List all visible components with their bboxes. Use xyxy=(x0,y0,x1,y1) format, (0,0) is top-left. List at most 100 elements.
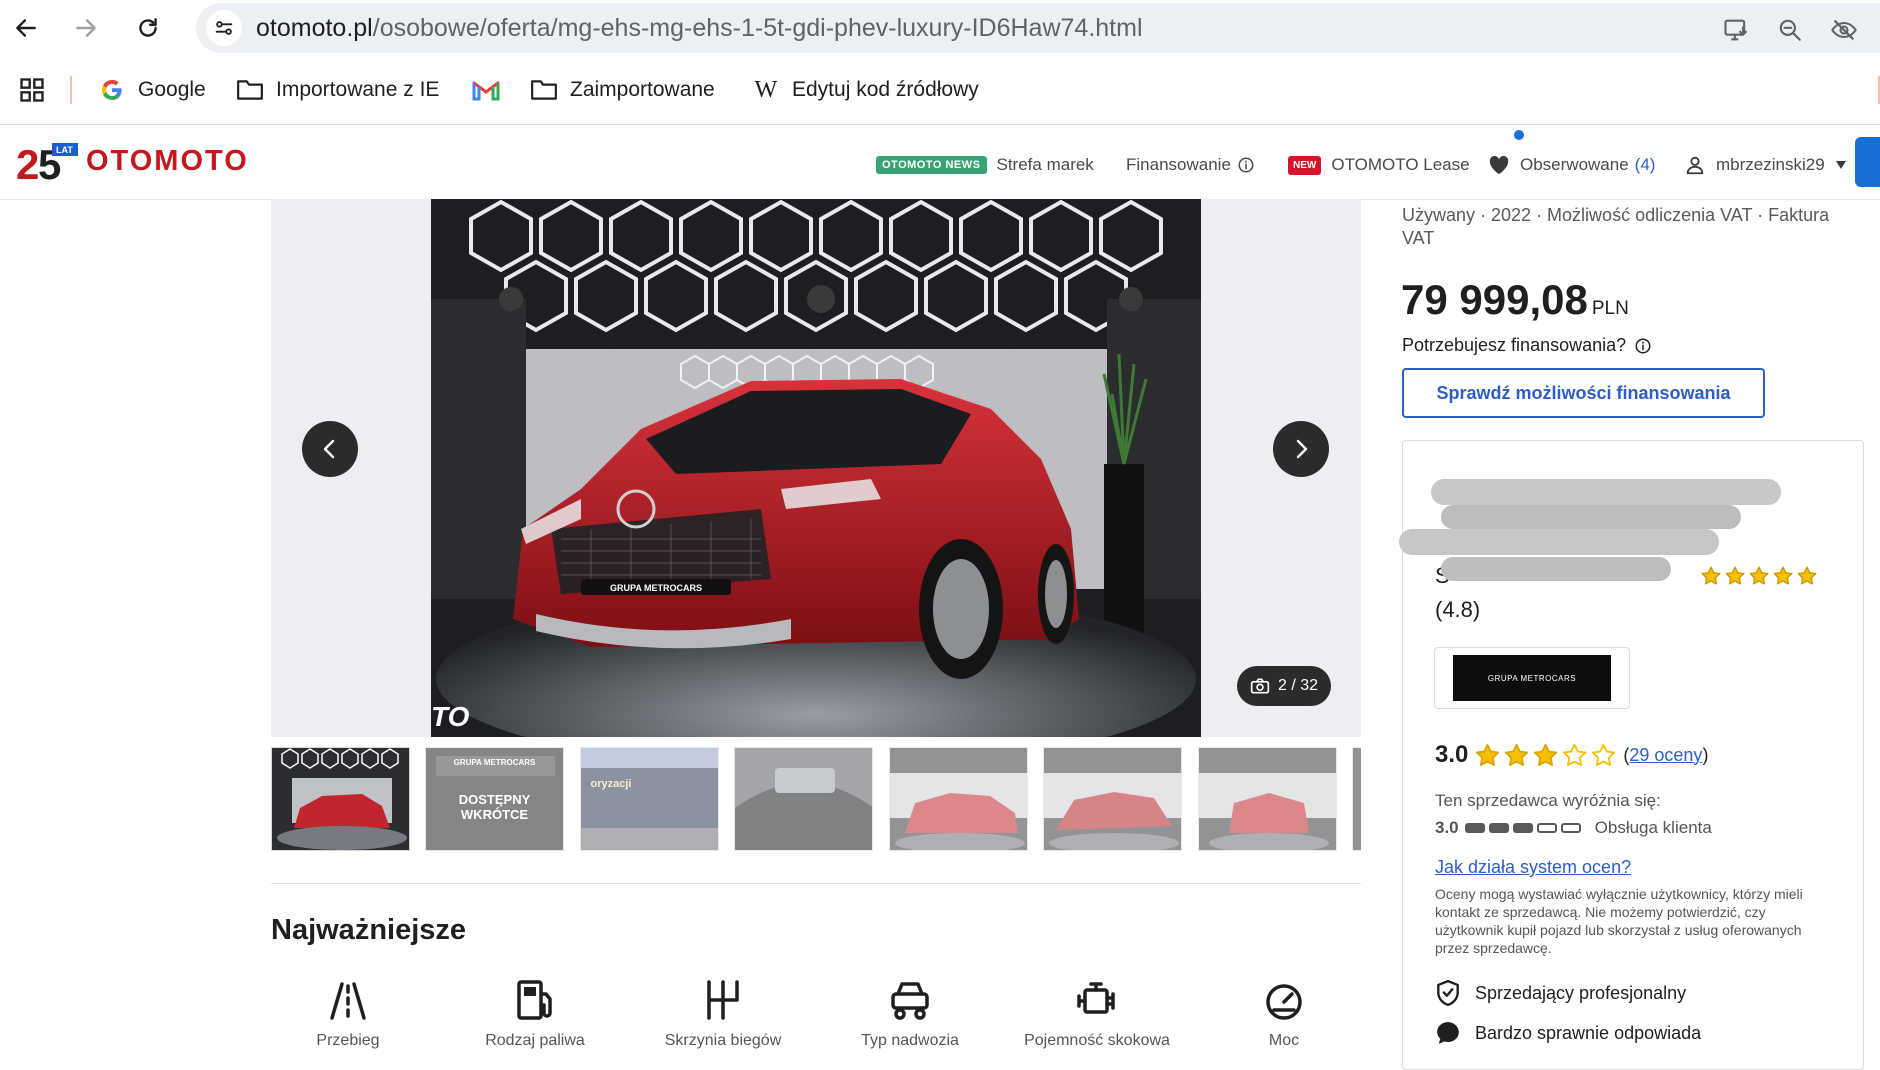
svg-text:2: 2 xyxy=(16,141,39,183)
star-empty-icon xyxy=(1563,743,1587,766)
add-listing-button[interactable] xyxy=(1855,137,1880,187)
tracking-protection-button[interactable] xyxy=(1826,12,1862,48)
metric-bar xyxy=(1560,823,1581,833)
google-icon xyxy=(98,76,126,104)
thumbnail-strip: GRUPA METROCARS DOSTĘPNY WKRÓTCE oryzacj… xyxy=(271,747,1361,853)
star-filled-icon xyxy=(1701,566,1721,585)
gmail-icon xyxy=(472,76,500,104)
gallery-prev-button[interactable] xyxy=(302,421,358,477)
thumbnail-1[interactable] xyxy=(271,747,410,851)
seller-logo-text: GRUPA METROCARS xyxy=(1453,655,1611,701)
redaction-mark xyxy=(1399,529,1719,555)
bookmarks-bar: Google Importowane z IE Zaimportowane W … xyxy=(0,56,1880,125)
google-rating-stars xyxy=(1700,565,1818,587)
photo-counter[interactable]: 2 / 32 xyxy=(1237,666,1331,706)
zoom-button[interactable] xyxy=(1772,12,1808,48)
nav-label: Obserwowane xyxy=(1520,155,1629,174)
reload-button[interactable] xyxy=(130,10,166,46)
forward-button[interactable] xyxy=(68,10,104,46)
highlight-power: Moc xyxy=(1194,978,1374,1056)
heart-icon xyxy=(1489,155,1509,175)
bookmark-folder-imported[interactable]: Zaimportowane xyxy=(530,74,715,106)
zoom-out-icon xyxy=(1779,19,1801,41)
how-ratings-work-link[interactable]: Jak działa system ocen? xyxy=(1435,857,1631,878)
chevron-left-icon xyxy=(323,439,335,459)
engine-icon xyxy=(1077,982,1115,1014)
thumbnail-6[interactable] xyxy=(1043,747,1182,851)
bookmark-label: Edytuj kod źródłowy xyxy=(792,78,979,101)
back-button[interactable] xyxy=(8,10,44,46)
logo-badge: LAT xyxy=(56,145,73,155)
need-financing[interactable]: Potrzebujesz finansowania? xyxy=(1402,335,1652,356)
username: mbrzezinski29 xyxy=(1716,155,1825,174)
observed-count: (4) xyxy=(1634,155,1656,174)
eye-off-icon xyxy=(1831,19,1857,41)
thumbnail-7[interactable] xyxy=(1198,747,1337,851)
highlight-mileage: Przebieg xyxy=(258,978,438,1056)
chat-bubble-icon xyxy=(1437,1022,1459,1044)
seller-card: KI! S (4.8) GRUPA METROCARS 3.0 (29 ocen… xyxy=(1399,440,1864,1070)
distinguished-label: Ten sprzedawca wyróżnia się: xyxy=(1435,791,1661,810)
thumb-banner-title: GRUPA METROCARS xyxy=(453,758,536,767)
bookmark-gmail[interactable] xyxy=(472,74,512,106)
bookmark-folder-ie[interactable]: Importowane z IE xyxy=(236,74,439,106)
metric-value: 3.0 xyxy=(1435,818,1459,837)
thumbnail-8[interactable] xyxy=(1352,747,1361,851)
highlight-label: Przebieg xyxy=(316,1032,380,1049)
thumb-banner-text: DOSTĘPNY WKRÓTCE xyxy=(458,792,531,822)
star-filled-icon xyxy=(1749,566,1769,585)
seller-score-row: 3.0 (29 oceny) xyxy=(1435,741,1708,769)
highlight-gearbox: Skrzynia biegów xyxy=(633,978,813,1056)
speedometer-icon xyxy=(1266,984,1302,1020)
site-info-icon[interactable] xyxy=(206,10,242,46)
thumbnail-3[interactable]: oryzacji xyxy=(580,747,719,851)
highlight-label: Pojemność skokowa xyxy=(1024,1032,1170,1049)
caret-down-icon xyxy=(1835,161,1846,169)
highlight-engine-capacity: Pojemność skokowa xyxy=(1007,978,1187,1056)
nav-lease[interactable]: NEW OTOMOTO Lease xyxy=(1288,153,1470,177)
thumbnail-2[interactable]: GRUPA METROCARS DOSTĘPNY WKRÓTCE xyxy=(425,747,564,851)
check-financing-button[interactable]: Sprawdź możliwości finansowania xyxy=(1402,368,1765,418)
star-filled-icon xyxy=(1505,743,1529,766)
seller-score: 3.0 xyxy=(1435,741,1469,768)
nav-observed[interactable]: Obserwowane (4) xyxy=(1488,153,1655,177)
logo-wordmark: OTOMOTO xyxy=(86,144,249,177)
car-body-icon xyxy=(891,982,929,1020)
nav-user-menu[interactable]: mbrzezinski29 xyxy=(1684,153,1847,177)
address-bar[interactable]: otomoto.pl/osobowe/oferta/mg-ehs-mg-ehs-… xyxy=(196,3,1880,53)
gallery-next-button[interactable] xyxy=(1273,421,1329,477)
install-app-button[interactable] xyxy=(1718,12,1754,48)
apps-grid-icon xyxy=(20,78,44,102)
star-filled-icon xyxy=(1797,566,1817,585)
highlight-body-type: Typ nadwozia xyxy=(820,978,1000,1056)
nav-brands-zone[interactable]: OTOMOTO NEWS Strefa marek xyxy=(876,153,1094,177)
thumbnail-4[interactable] xyxy=(734,747,873,851)
reviews-count: (29 oceny) xyxy=(1623,744,1709,765)
seller-score-stars xyxy=(1474,742,1617,769)
bookmark-google[interactable]: Google xyxy=(98,74,206,106)
nav-financing[interactable]: Finansowanie xyxy=(1126,153,1255,177)
news-badge: OTOMOTO NEWS xyxy=(876,156,987,174)
reviews-link[interactable]: 29 oceny xyxy=(1629,745,1702,765)
apps-button[interactable] xyxy=(18,74,46,106)
bookmark-label: Importowane z IE xyxy=(276,78,440,101)
photo-gallery: GRUPA METROCARS TO 2 / 32 xyxy=(271,199,1361,737)
main-photo[interactable]: GRUPA METROCARS TO xyxy=(431,199,1201,737)
camera-icon xyxy=(1250,678,1270,694)
redaction-mark xyxy=(1441,505,1741,529)
thumbnail-5[interactable] xyxy=(889,747,1028,851)
bookmark-edit-source[interactable]: W Edytuj kod źródłowy xyxy=(752,74,979,106)
listing-meta: Używany · 2022 · Możliwość odliczenia VA… xyxy=(1402,205,1830,248)
dealer-plate-text: GRUPA METROCARS xyxy=(610,583,702,593)
site-header: 2 5 LAT OTOMOTO OTOMOTO NEWS Strefa mare… xyxy=(0,125,1880,200)
info-icon xyxy=(1635,338,1651,353)
metric-bars xyxy=(1464,823,1585,833)
highlights-title: Najważniejsze xyxy=(271,914,467,946)
seller-logo[interactable]: GRUPA METROCARS xyxy=(1434,647,1630,709)
otomoto-logo[interactable]: 2 5 LAT OTOMOTO xyxy=(16,139,249,183)
thumb-sign-text: oryzacji xyxy=(590,778,632,790)
metric-customer-service: 3.0 Obsługa klienta xyxy=(1435,818,1712,838)
nav-label: Strefa marek xyxy=(996,155,1094,174)
feature-responsive: Bardzo sprawnie odpowiada xyxy=(1435,1020,1701,1046)
photo-watermark: TO xyxy=(431,701,470,732)
